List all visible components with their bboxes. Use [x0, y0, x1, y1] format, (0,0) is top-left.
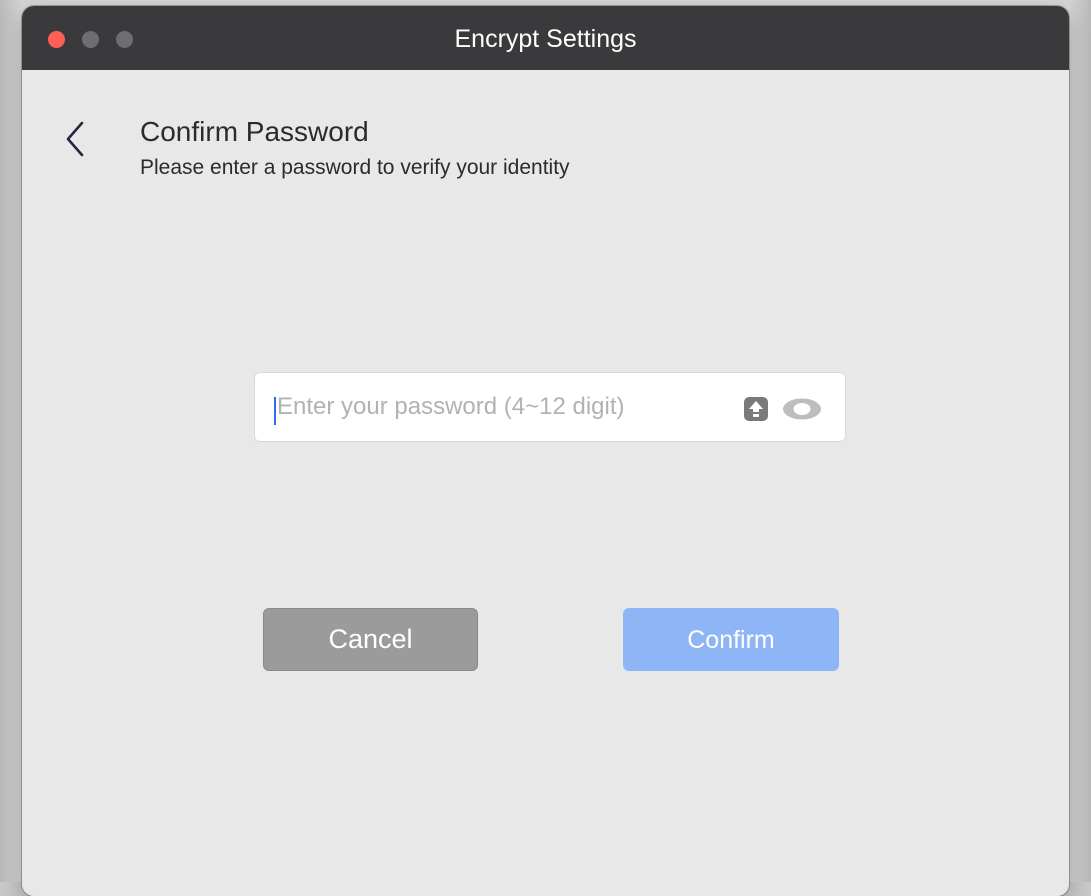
title-bar: Encrypt Settings	[22, 6, 1069, 70]
back-button[interactable]	[58, 116, 94, 162]
text-caret	[274, 397, 276, 425]
encrypt-settings-window: Encrypt Settings Confirm Password Please…	[22, 6, 1069, 896]
password-field[interactable]	[254, 372, 846, 442]
window-title: Encrypt Settings	[454, 25, 637, 53]
eye-icon[interactable]	[782, 398, 822, 420]
cancel-button[interactable]: Cancel	[263, 608, 478, 671]
content-area: Confirm Password Please enter a password…	[22, 70, 1069, 896]
caps-lock-icon	[744, 397, 768, 421]
password-input[interactable]	[273, 373, 713, 441]
chevron-left-icon	[66, 121, 84, 157]
confirm-button[interactable]: Confirm	[623, 608, 839, 671]
page-subtitle: Please enter a password to verify your i…	[140, 156, 570, 179]
page-title: Confirm Password	[140, 116, 369, 147]
